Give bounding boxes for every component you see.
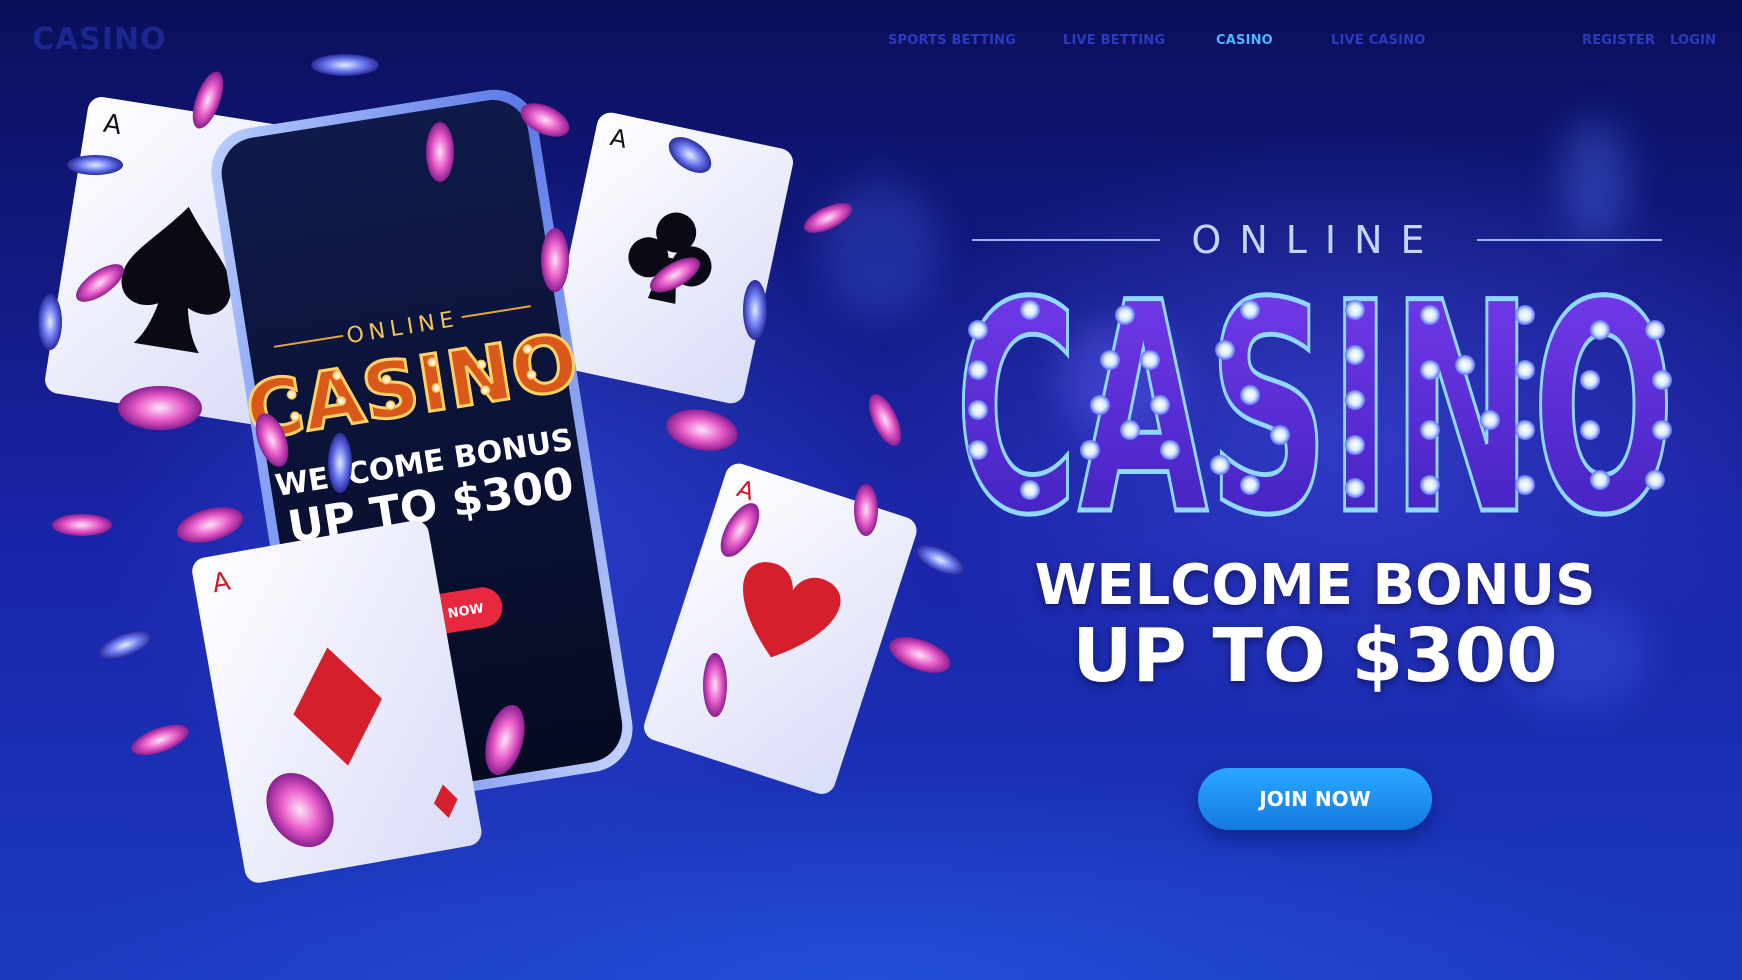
nav-link-casino[interactable]: CASINO (1216, 33, 1273, 48)
chip (426, 122, 454, 182)
online-heading: ONLINE (972, 218, 1662, 262)
nav-link-live-casino[interactable]: LIVE CASINO (1331, 33, 1426, 48)
register-link[interactable]: REGISTER (1582, 33, 1655, 48)
chip (868, 394, 902, 446)
welcome-bonus-headline: WELCOME BONUS UP TO $300 (950, 553, 1680, 699)
chip (541, 228, 569, 292)
chip (118, 386, 202, 430)
chip (52, 514, 112, 536)
nav-link-live-betting[interactable]: LIVE BETTING (1063, 33, 1165, 48)
chip (889, 637, 951, 673)
join-now-button[interactable]: JOIN NOW (1198, 768, 1432, 830)
chip (38, 294, 62, 350)
chip (666, 409, 738, 451)
chip (854, 484, 878, 536)
chip (803, 203, 853, 233)
chip (311, 54, 379, 76)
chip (328, 433, 352, 493)
chip (98, 630, 152, 660)
divider-line (1477, 239, 1662, 241)
ace-of-hearts-card: A (644, 463, 917, 794)
casino-title-text: CASINO (955, 270, 1675, 530)
login-link[interactable]: LOGIN (1670, 33, 1716, 48)
casino-marquee-title: CASINO (953, 270, 1678, 530)
chip (743, 280, 767, 340)
chip (176, 507, 244, 543)
phone-and-cards-illustration: A A A ONLINE CASINO WELCOME BONUS UP TO … (38, 54, 965, 883)
bonus-line1: WELCOME BONUS (1034, 553, 1596, 618)
chip (131, 724, 189, 756)
chip (67, 155, 123, 175)
bonus-line2: UP TO $300 (1072, 613, 1558, 699)
casino-landing-page: CASINO SPORTS BETTING LIVE BETTING CASIN… (0, 0, 1742, 980)
ace-of-clubs-card: A (548, 112, 794, 404)
chip (703, 653, 727, 717)
